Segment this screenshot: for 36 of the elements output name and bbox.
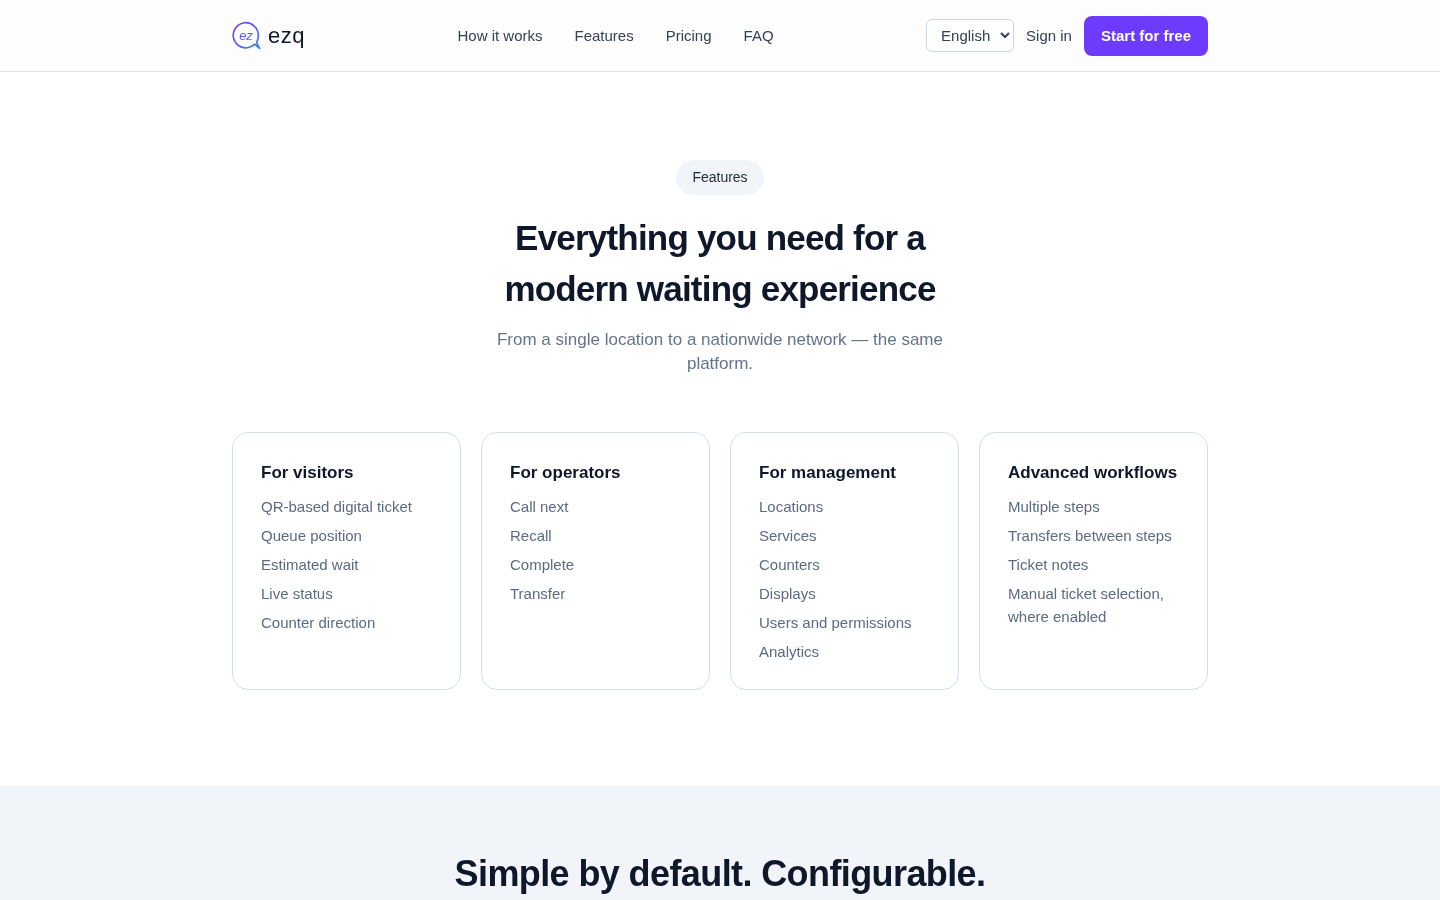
- feature-item: QR-based digital ticket: [261, 497, 413, 517]
- language-select[interactable]: English: [926, 19, 1015, 52]
- feature-item: Services: [759, 526, 818, 546]
- nav-link[interactable]: Features: [574, 27, 634, 44]
- feature-item: Ticket notes: [1008, 555, 1090, 575]
- feature-item: Counters: [759, 555, 821, 575]
- section-badge: Features: [676, 160, 764, 195]
- feature-item: Call next: [510, 497, 570, 517]
- nav-link[interactable]: How it works: [457, 27, 543, 44]
- section-subtitle: From a single location to a nationwide network — the same platform.: [496, 329, 944, 375]
- feature-item: Complete: [510, 555, 576, 575]
- feature-item: Displays: [759, 584, 817, 604]
- feature-item: Users and permissions: [759, 613, 913, 633]
- brand-name[interactable]: ezq: [268, 22, 305, 49]
- card-title: For management: [759, 462, 897, 484]
- feature-item: Live status: [261, 584, 334, 604]
- card-title: For visitors: [261, 462, 355, 484]
- feature-item: Transfers between steps: [1008, 526, 1173, 546]
- nav-link[interactable]: FAQ: [743, 27, 774, 44]
- feature-item: Queue position: [261, 526, 363, 546]
- card-title: Advanced workflows: [1008, 462, 1179, 484]
- feature-item: Transfer: [510, 584, 567, 604]
- sign-in-link[interactable]: Sign in: [1026, 27, 1072, 44]
- start-for-free-button[interactable]: Start for free: [1083, 15, 1208, 56]
- feature-item: Manual ticket selection, where enabled: [1008, 584, 1165, 627]
- section-heading: Everything you need for a modern waiting experience: [503, 217, 937, 310]
- card-title: For operators: [510, 462, 622, 484]
- feature-item: Multiple steps: [1008, 497, 1101, 517]
- feature-item: Counter direction: [261, 613, 377, 633]
- feature-item: Estimated wait: [261, 555, 360, 575]
- section-heading: Simple by default. Configurable.: [454, 852, 986, 896]
- feature-item: Locations: [759, 497, 825, 517]
- feature-item: Recall: [510, 526, 553, 546]
- feature-item: Analytics: [759, 642, 821, 662]
- chat-bubble-logo-icon[interactable]: ez: [232, 20, 261, 51]
- nav-link[interactable]: Pricing: [665, 27, 712, 44]
